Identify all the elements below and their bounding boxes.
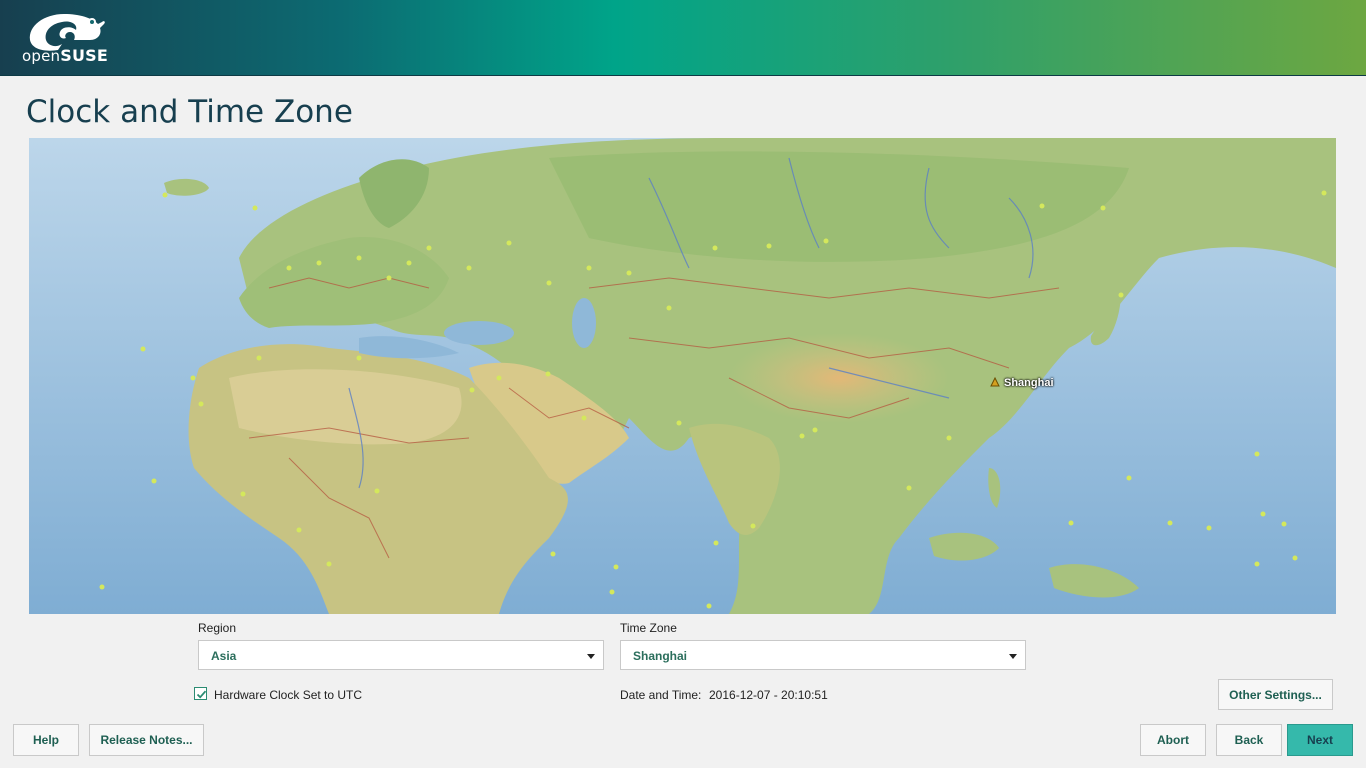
region-select[interactable]: Asia <box>198 640 604 670</box>
back-button[interactable]: Back <box>1216 724 1282 756</box>
selected-city-label: Shanghai <box>1004 377 1054 389</box>
timezone-select-value: Shanghai <box>633 649 688 663</box>
chevron-down-icon <box>587 654 595 659</box>
date-time-value: 2016-12-07 - 20:10:51 <box>709 688 828 702</box>
timezone-select[interactable]: Shanghai <box>620 640 1026 670</box>
chevron-down-icon <box>1009 654 1017 659</box>
next-button[interactable]: Next <box>1287 724 1353 756</box>
hardware-clock-label[interactable]: Hardware Clock Set to UTC <box>214 688 362 702</box>
page-title: Clock and Time Zone <box>26 94 353 130</box>
hardware-clock-checkbox[interactable] <box>194 687 207 700</box>
header-banner: openSUSE <box>0 0 1366 76</box>
time-zone-map[interactable]: Shanghai <box>29 138 1336 614</box>
abort-button[interactable]: Abort <box>1140 724 1206 756</box>
help-button[interactable]: Help <box>13 724 79 756</box>
other-settings-button[interactable]: Other Settings... <box>1218 679 1333 710</box>
world-map-graphic[interactable] <box>29 138 1336 614</box>
date-time-label: Date and Time: <box>620 688 702 702</box>
region-label: Region <box>198 621 237 635</box>
release-notes-button[interactable]: Release Notes... <box>89 724 204 756</box>
timezone-label: Time Zone <box>620 621 677 635</box>
region-select-value: Asia <box>211 649 237 663</box>
opensuse-wordmark: openSUSE <box>22 46 109 65</box>
checkmark-icon <box>196 690 207 699</box>
